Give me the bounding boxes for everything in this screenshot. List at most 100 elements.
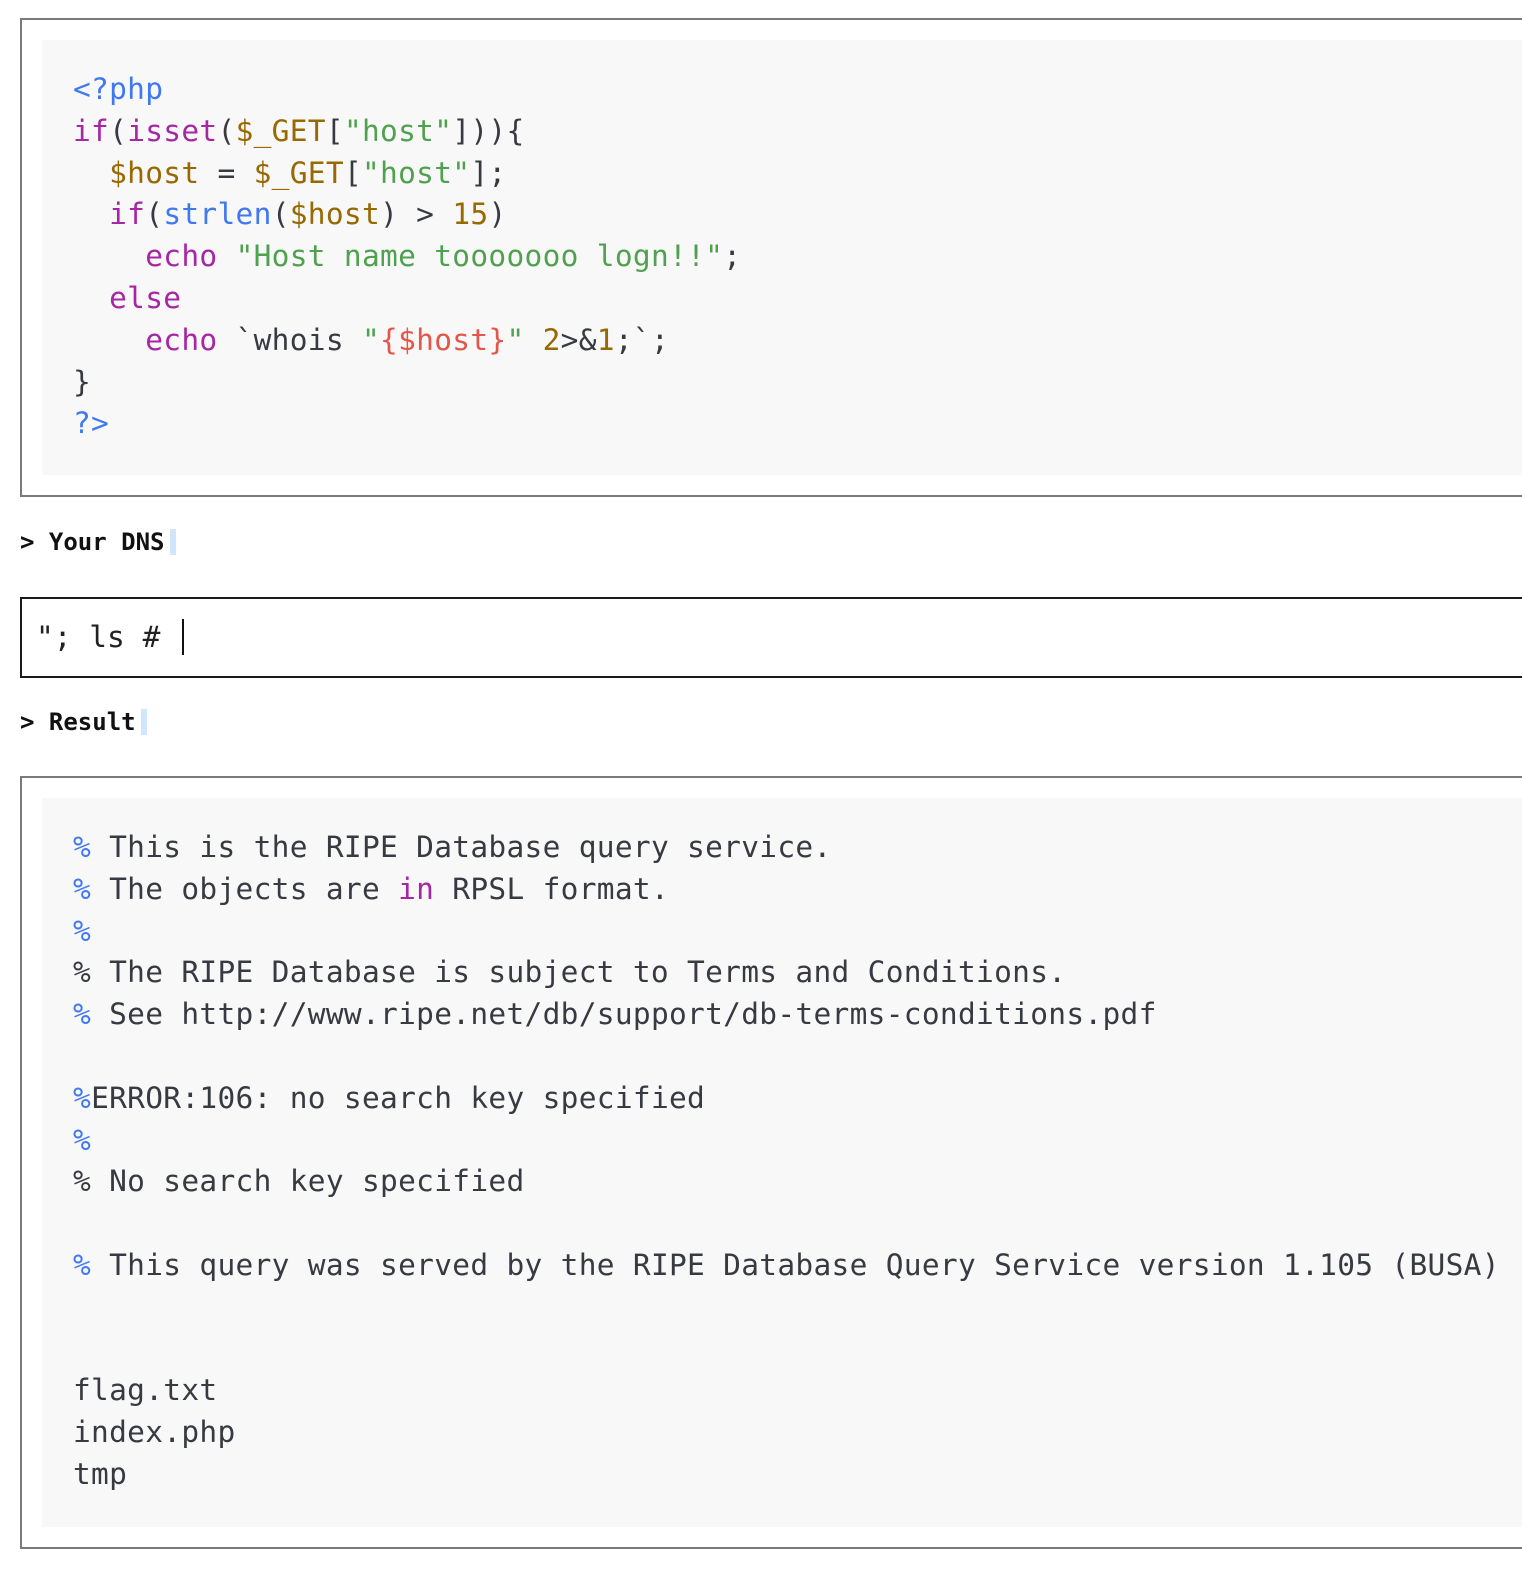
code-token: } xyxy=(73,364,92,399)
code-token: 15 xyxy=(452,197,489,232)
code-token: ) > xyxy=(380,197,453,232)
code-token: This is the RIPE Database query service. xyxy=(109,830,832,864)
code-line: if(isset($_GET["host"])){ xyxy=(73,114,525,148)
result-panel: % This is the RIPE Database query servic… xyxy=(20,776,1522,1549)
code-token: % xyxy=(73,871,110,906)
code-token: The objects are xyxy=(109,871,399,906)
result-output: % This is the RIPE Database query servic… xyxy=(73,827,1500,1496)
code-token: else xyxy=(109,280,182,315)
code-token: See http://www.ripe.net/db/support/db-te… xyxy=(109,997,1157,1032)
code-token: 1 xyxy=(596,322,615,357)
code-line: $host = $_GET["host"]; xyxy=(73,156,507,190)
code-line: else xyxy=(73,281,181,315)
code-token: " xyxy=(506,322,525,357)
code-token: flag.txt xyxy=(73,1373,218,1408)
dns-input-box[interactable] xyxy=(20,597,1522,678)
code-token: tmp xyxy=(73,1456,128,1491)
code-token: if xyxy=(109,197,146,232)
selection-marker xyxy=(140,709,147,735)
code-line: % This is the RIPE Database query servic… xyxy=(73,830,832,864)
code-line: % xyxy=(73,1123,91,1157)
code-token: [ xyxy=(325,113,344,148)
code-token: ?> xyxy=(73,406,110,441)
code-token: = xyxy=(199,155,254,190)
code-token: echo xyxy=(145,322,218,357)
code-token: % The RIPE Database is subject to Terms … xyxy=(73,955,1067,990)
code-token: ]; xyxy=(470,155,507,190)
code-token: ERROR:106: no search key specified xyxy=(91,1080,706,1115)
dns-label-text: > Your DNS xyxy=(20,528,165,556)
source-code: <?php if(isset($_GET["host"])){ $host = … xyxy=(73,69,741,445)
code-token: strlen xyxy=(163,197,272,232)
source-code-block: <?php if(isset($_GET["host"])){ $host = … xyxy=(42,40,1522,475)
code-token: % xyxy=(73,913,92,948)
code-token: >& xyxy=(560,322,597,357)
code-token: 2 xyxy=(542,322,561,357)
code-line: % The objects are in RPSL format. xyxy=(73,872,669,906)
code-token: % xyxy=(73,1247,110,1282)
code-line: tmp xyxy=(73,1457,127,1491)
code-token: $host xyxy=(289,197,381,232)
code-token: % xyxy=(73,997,110,1032)
text-caret xyxy=(182,619,184,655)
code-token: ( xyxy=(271,197,290,232)
code-line: } xyxy=(73,365,91,399)
code-token: "host" xyxy=(362,155,471,190)
code-line: ?> xyxy=(73,406,109,440)
code-line: index.php xyxy=(73,1415,236,1449)
code-token: [ xyxy=(343,155,362,190)
dns-label: > Your DNS xyxy=(20,528,176,556)
code-line: % The RIPE Database is subject to Terms … xyxy=(73,955,1066,989)
code-token: "Host name tooooooo logn!!" xyxy=(235,239,724,274)
code-token: if xyxy=(73,113,110,148)
code-token: This query was served by the RIPE Databa… xyxy=(109,1247,1500,1282)
result-label: > Result xyxy=(20,708,147,736)
code-token: echo xyxy=(145,239,218,274)
code-token: RPSL format. xyxy=(434,871,670,906)
code-token: `whois xyxy=(217,322,362,357)
code-token: " xyxy=(361,322,381,357)
result-output-block: % This is the RIPE Database query servic… xyxy=(42,798,1522,1527)
code-token: isset xyxy=(127,113,218,148)
code-token: "host" xyxy=(343,113,453,148)
code-token: $_GET xyxy=(235,113,326,148)
code-line: echo "Host name tooooooo logn!!"; xyxy=(73,239,741,273)
code-token: ( xyxy=(145,197,164,232)
code-token: $host xyxy=(109,155,200,190)
code-token: % xyxy=(73,1122,92,1157)
code-line: % xyxy=(73,914,91,948)
code-token: % xyxy=(73,830,110,864)
code-token: ( xyxy=(109,113,128,148)
code-line: % See http://www.ripe.net/db/support/db-… xyxy=(73,997,1157,1031)
code-token: ])){ xyxy=(452,113,525,148)
selection-marker xyxy=(169,529,176,555)
code-token: ) xyxy=(488,197,507,232)
code-line: flag.txt xyxy=(73,1373,217,1407)
code-token: $_GET xyxy=(253,155,344,190)
code-token: % No search key specified xyxy=(73,1164,525,1199)
code-token: index.php xyxy=(73,1415,236,1450)
code-token: % xyxy=(73,1080,92,1115)
result-label-text: > Result xyxy=(20,708,136,736)
code-line: echo `whois "{$host}" 2>&1;`; xyxy=(73,323,669,357)
code-token: ( xyxy=(217,113,236,148)
code-token: in xyxy=(398,871,435,906)
code-line: <?php xyxy=(73,72,163,106)
code-token: <?php xyxy=(73,72,164,106)
source-code-panel: <?php if(isset($_GET["host"])){ $host = … xyxy=(20,18,1522,497)
code-token: {$host} xyxy=(380,322,507,357)
code-token: ;`; xyxy=(614,322,670,357)
code-line: %ERROR:106: no search key specified xyxy=(73,1081,705,1115)
code-line: % No search key specified xyxy=(73,1164,525,1198)
code-token: ; xyxy=(723,239,742,274)
code-line: if(strlen($host) > 15) xyxy=(73,197,507,231)
code-line: % This query was served by the RIPE Data… xyxy=(73,1248,1500,1282)
dns-input[interactable] xyxy=(36,599,1436,676)
